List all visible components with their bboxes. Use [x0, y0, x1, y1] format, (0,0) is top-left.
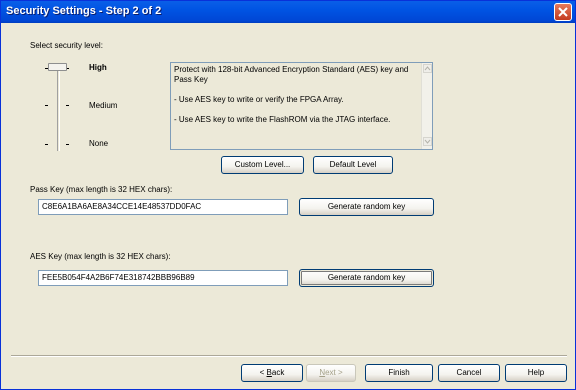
chevron-down-icon [424, 139, 431, 144]
back-button-prefix: < [259, 368, 267, 377]
slider-tick-medium-left [45, 105, 48, 106]
pass-key-input[interactable]: C8E6A1BA6AE8A34CCE14E48537DD0FAC [38, 199, 288, 215]
description-scrollbar[interactable] [421, 63, 432, 149]
title-bar: Security Settings - Step 2 of 2 [1, 1, 575, 23]
generate-aes-key-button[interactable]: Generate random key [299, 269, 434, 287]
window-title: Security Settings - Step 2 of 2 [6, 5, 162, 17]
level-none-label[interactable]: None [89, 139, 108, 148]
security-level-slider-thumb[interactable] [48, 63, 67, 71]
next-button[interactable]: Next > [306, 364, 356, 382]
description-line: Protect with 128-bit Advanced Encryption… [174, 65, 409, 84]
aes-key-input[interactable]: FEE5B054F4A2B6F74E318742BBB96B89 [38, 270, 288, 286]
aes-key-label: AES Key (max length is 32 HEX chars): [30, 252, 171, 261]
close-button[interactable] [554, 3, 572, 21]
level-high-label[interactable]: High [89, 63, 107, 72]
finish-button[interactable]: Finish [365, 364, 433, 382]
slider-tick-medium-right [66, 105, 69, 106]
security-level-slider-track[interactable] [57, 67, 60, 151]
back-button-rest: ack [271, 368, 285, 377]
description-line: - Use AES key to write the FlashROM via … [174, 115, 391, 124]
custom-level-button[interactable]: Custom Level... [221, 156, 304, 174]
generate-pass-key-button[interactable]: Generate random key [299, 198, 434, 216]
security-settings-dialog: Security Settings - Step 2 of 2 Select s… [0, 0, 576, 390]
scroll-up-button[interactable] [423, 64, 432, 73]
back-button[interactable]: < Back [241, 364, 303, 382]
scroll-down-button[interactable] [423, 137, 432, 146]
pass-key-label: Pass Key (max length is 32 HEX chars): [30, 185, 173, 194]
description-text: Protect with 128-bit Advanced Encryption… [174, 65, 414, 135]
security-level-label: Select security level: [30, 41, 103, 50]
level-medium-label[interactable]: Medium [89, 101, 117, 110]
help-button[interactable]: Help [505, 364, 567, 382]
close-icon [558, 7, 568, 17]
description-line: - Use AES key to write or verify the FPG… [174, 95, 344, 104]
footer-separator [11, 355, 567, 357]
cancel-button[interactable]: Cancel [438, 364, 500, 382]
slider-tick-none-right [66, 144, 69, 145]
next-button-rest: ext > [325, 368, 343, 377]
default-level-button[interactable]: Default Level [313, 156, 393, 174]
slider-tick-none-left [45, 144, 48, 145]
chevron-up-icon [424, 66, 431, 71]
security-level-description: Protect with 128-bit Advanced Encryption… [170, 62, 433, 150]
